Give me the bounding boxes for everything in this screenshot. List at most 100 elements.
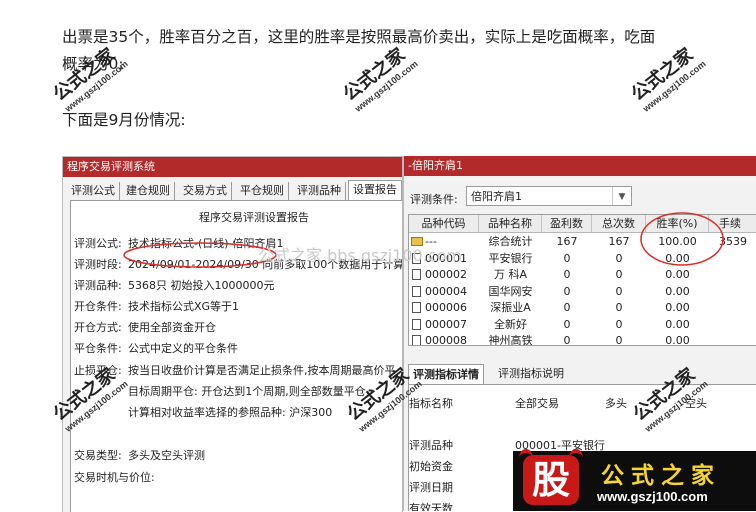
table-row[interactable]: 000004 国华网安 0 0 0.00 [409, 283, 756, 300]
watermark-text: 公式之家 [339, 44, 410, 106]
tab-close-rules[interactable]: 平仓规则 [236, 182, 289, 200]
row-label-stop-loss: 止损平仓: [74, 364, 122, 377]
watermark-text: 公式之家 [627, 44, 698, 106]
watermark: 公式之家 www.gszj100.com [625, 38, 708, 114]
table-row[interactable]: --- 综合统计 167 167 100.00 3539 [409, 233, 756, 250]
cell-winrate: 0.00 [665, 317, 690, 331]
detail-header-short: 空头 [685, 397, 707, 410]
row-label-period: 评测时段: [74, 258, 122, 271]
cell-profit: 167 [556, 235, 578, 248]
cell-fee [719, 316, 756, 333]
cell-fee [719, 283, 756, 300]
cell-code: 000004 [425, 284, 467, 298]
row-value-close-condition: 公式中定义的平仓条件 [128, 342, 238, 355]
cell-profit: 0 [563, 284, 571, 298]
row-label-trade-type: 交易类型: [74, 449, 122, 462]
table-row[interactable]: 000001 平安银行 0 0 0.00 [409, 250, 756, 267]
row-label-formula: 评测公式: [74, 237, 122, 250]
article-text-line-2: 概率为0; [62, 55, 124, 73]
column-header-code[interactable]: 品种代码 [409, 215, 479, 232]
tab-open-rules[interactable]: 建仓规则 [122, 182, 175, 200]
cell-fee [719, 266, 756, 283]
document-icon [412, 252, 421, 264]
cell-winrate: 0.00 [665, 301, 690, 314]
cell-name: 国华网安 [488, 284, 533, 298]
row-value-target-period: 目标周期平仓: 开仓达到1个周期,则全部数量平仓 [128, 385, 366, 398]
cell-winrate: 0.00 [665, 284, 690, 298]
detail-header-all: 全部交易 [515, 397, 559, 410]
row-value-benchmark: 计算相对收益率选择的参照品种: 沪深300 [128, 406, 333, 419]
cell-total: 0 [615, 251, 623, 265]
condition-label: 评测条件: [410, 193, 458, 206]
tab-metric-details[interactable]: 评测指标详情 [408, 364, 484, 384]
detail-label-instrument: 评测品种 [409, 439, 453, 452]
cell-name: 万 科A [493, 268, 528, 281]
document-icon [412, 302, 421, 313]
detail-label-capital: 初始资金 [409, 460, 453, 473]
column-header-fee[interactable]: 手续 [709, 215, 756, 232]
report-title: 程序交易评测设置报告 [199, 211, 309, 224]
cell-name: 深振业A [490, 301, 531, 314]
cell-code: --- [425, 235, 437, 248]
detail-label-date: 评测日期 [409, 481, 453, 494]
tab-trade-mode[interactable]: 交易方式 [179, 182, 232, 200]
watermark: 公式之家 www.gszj100.com [337, 38, 420, 114]
detail-tab-bar: 评测指标详情 评测指标说明 [408, 364, 753, 384]
watermark-url: www.gszj100.com [641, 58, 708, 114]
cell-profit: 0 [563, 301, 571, 314]
table-header: 品种代码 品种名称 盈利数 总次数 胜率(%) 手续 [409, 215, 756, 233]
site-logo: 股 公式之家 www.gszj100.com [513, 449, 756, 511]
tab-instruments[interactable]: 评测品种 [293, 182, 346, 200]
window-title: -倍阳齐肩1 [404, 156, 756, 176]
cell-name: 综合统计 [488, 235, 533, 248]
tab-formula[interactable]: 评测公式 [67, 182, 120, 200]
table-row[interactable]: 000008 神州高铁 0 0 0.00 [409, 332, 756, 346]
cell-profit: 0 [563, 334, 571, 346]
column-header-name[interactable]: 品种名称 [479, 215, 542, 232]
detail-header-long: 多头 [605, 397, 627, 410]
document-icon [412, 335, 421, 345]
cell-total: 0 [615, 268, 623, 281]
cell-code: 000008 [425, 334, 467, 346]
cell-winrate: 100.00 [658, 235, 697, 248]
logo-badge: 股 [523, 455, 579, 505]
row-value-open-condition: 技术指标公式XG等于1 [128, 300, 240, 313]
row-label-instruments: 评测品种: [74, 279, 122, 292]
row-label-timing: 交易时机与价位: [74, 471, 155, 484]
article-text-line-1: 出票是35个，胜率百分之百，这里的胜率是按照最高价卖出，实际上是吃面概率，吃面 [62, 28, 656, 46]
backtest-settings-window: 程序交易评测系统 评测公式 建仓规则 交易方式 平仓规则 评测品种 设置报告 程… [62, 156, 403, 512]
row-value-instruments: 5368只 初始投入1000000元 [128, 279, 275, 292]
cell-name: 全新好 [494, 317, 527, 331]
detail-label-days: 有效天数 [409, 502, 453, 511]
row-value-period: 2024/09/01-2024/09/30 向前多取100个数据用于计算 [128, 258, 403, 271]
cell-code: 000006 [425, 301, 467, 314]
cell-code: 000001 [425, 251, 467, 265]
chevron-down-icon[interactable]: ▼ [612, 187, 631, 205]
cell-code: 000002 [425, 268, 467, 281]
table-row[interactable]: 000007 全新好 0 0 0.00 [409, 316, 756, 333]
row-label-open-condition: 开仓条件: [74, 300, 122, 313]
cell-total: 0 [615, 317, 623, 331]
result-table: 品种代码 品种名称 盈利数 总次数 胜率(%) 手续 --- 综合统计 167 167… [408, 214, 756, 346]
cell-profit: 0 [563, 251, 571, 265]
cell-fee: 3539 [719, 235, 747, 248]
tab-metric-explanation[interactable]: 评测指标说明 [494, 364, 568, 384]
column-header-total[interactable]: 总次数 [592, 215, 646, 232]
table-row[interactable]: 000006 深振业A 0 0 0.00 [409, 299, 756, 316]
cell-profit: 0 [563, 317, 571, 331]
condition-select[interactable]: 倍阳齐肩1 ▼ [466, 186, 632, 206]
cell-winrate: 0.00 [665, 251, 690, 265]
row-label-close-condition: 平仓条件: [74, 342, 122, 355]
cell-name: 神州高铁 [488, 334, 533, 346]
cell-fee [719, 299, 756, 316]
column-header-profit[interactable]: 盈利数 [542, 215, 592, 232]
watermark-url: www.gszj100.com [353, 58, 420, 114]
cell-winrate: 0.00 [665, 268, 690, 281]
table-row[interactable]: 000002 万 科A 0 0 0.00 [409, 266, 756, 283]
cell-total: 167 [608, 235, 630, 248]
tab-settings-report[interactable]: 设置报告 [348, 180, 402, 201]
cell-total: 0 [615, 284, 623, 298]
document-icon [412, 285, 421, 297]
column-header-winrate[interactable]: 胜率(%) [646, 215, 709, 232]
article-text-line-3: 下面是9月份情况: [62, 111, 186, 129]
